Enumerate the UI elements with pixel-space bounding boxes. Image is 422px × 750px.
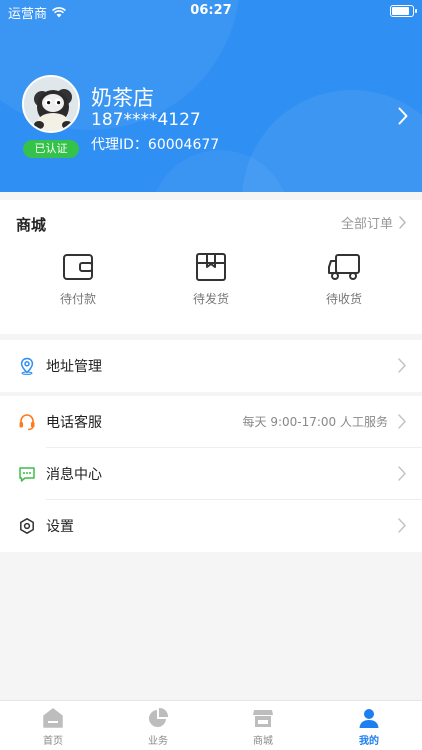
chevron-right-icon[interactable] bbox=[398, 107, 408, 125]
tab-label: 我的 bbox=[359, 736, 379, 747]
phone-number: 187****4127 bbox=[91, 110, 201, 130]
order-label: 待收货 bbox=[325, 292, 362, 306]
service-hours: 每天 9:00-17:00 人工服务 bbox=[242, 415, 389, 429]
wallet-icon bbox=[63, 254, 93, 280]
agent-id: 代理ID：60004677 bbox=[91, 137, 220, 153]
row-label: 地址管理 bbox=[46, 359, 102, 375]
row-label: 电话客服 bbox=[46, 415, 102, 431]
menu-row-customer-service[interactable]: 电话客服 每天 9:00-17:00 人工服务 bbox=[0, 396, 422, 448]
settings-icon bbox=[20, 518, 34, 534]
chevron-right-icon bbox=[398, 518, 406, 533]
all-orders-link[interactable]: 全部订单 bbox=[341, 213, 406, 232]
tab-mine[interactable]: 我的 bbox=[316, 707, 422, 747]
store-name: 奶茶店 bbox=[91, 86, 154, 110]
package-icon bbox=[196, 253, 226, 281]
order-label: 待发货 bbox=[192, 292, 229, 306]
profile-header: 运营商 06:27 已认证 奶茶店 187****4127 代理ID：60004… bbox=[0, 0, 422, 192]
avatar[interactable] bbox=[22, 75, 80, 133]
truck-icon bbox=[328, 254, 360, 280]
tab-business[interactable]: 业务 bbox=[105, 707, 211, 747]
tab-home[interactable]: 首页 bbox=[0, 707, 106, 747]
tab-mall[interactable]: 商城 bbox=[210, 707, 316, 747]
battery-level bbox=[392, 7, 409, 15]
chevron-right-icon bbox=[398, 358, 406, 373]
message-icon bbox=[19, 467, 35, 482]
row-label: 设置 bbox=[46, 519, 74, 535]
all-orders-label: 全部订单 bbox=[340, 217, 393, 232]
mall-section: 商城 全部订单 待付款 待发货 待收货 bbox=[0, 200, 422, 334]
order-pending-receipt[interactable]: 待收货 bbox=[284, 252, 404, 307]
chevron-right-icon bbox=[399, 216, 406, 229]
tab-bar: 首页 业务 商城 我的 bbox=[0, 700, 422, 750]
home-icon bbox=[43, 708, 63, 728]
tab-label: 首页 bbox=[43, 736, 63, 747]
pie-chart-icon bbox=[149, 707, 169, 727]
menu-row-settings[interactable]: 设置 bbox=[0, 500, 422, 552]
mall-title: 商城 bbox=[16, 216, 47, 234]
verified-badge: 已认证 bbox=[23, 140, 79, 158]
order-pending-shipment[interactable]: 待发货 bbox=[151, 252, 271, 307]
menu-row-messages[interactable]: 消息中心 bbox=[0, 448, 422, 500]
tab-label: 商城 bbox=[253, 736, 273, 747]
user-icon bbox=[359, 709, 379, 728]
order-pending-payment[interactable]: 待付款 bbox=[18, 252, 138, 307]
location-icon bbox=[20, 357, 34, 375]
store-icon bbox=[253, 710, 273, 727]
chevron-right-icon bbox=[398, 414, 406, 429]
tab-label: 业务 bbox=[148, 736, 168, 747]
chevron-right-icon bbox=[398, 466, 406, 481]
battery-icon bbox=[390, 5, 417, 17]
headset-icon bbox=[19, 414, 35, 431]
row-label: 消息中心 bbox=[46, 467, 102, 483]
clock: 06:27 bbox=[190, 3, 232, 18]
order-label: 待付款 bbox=[59, 292, 96, 306]
menu-row-address[interactable]: 地址管理 bbox=[0, 340, 422, 392]
status-bar: 运营商 06:27 bbox=[0, 0, 422, 22]
